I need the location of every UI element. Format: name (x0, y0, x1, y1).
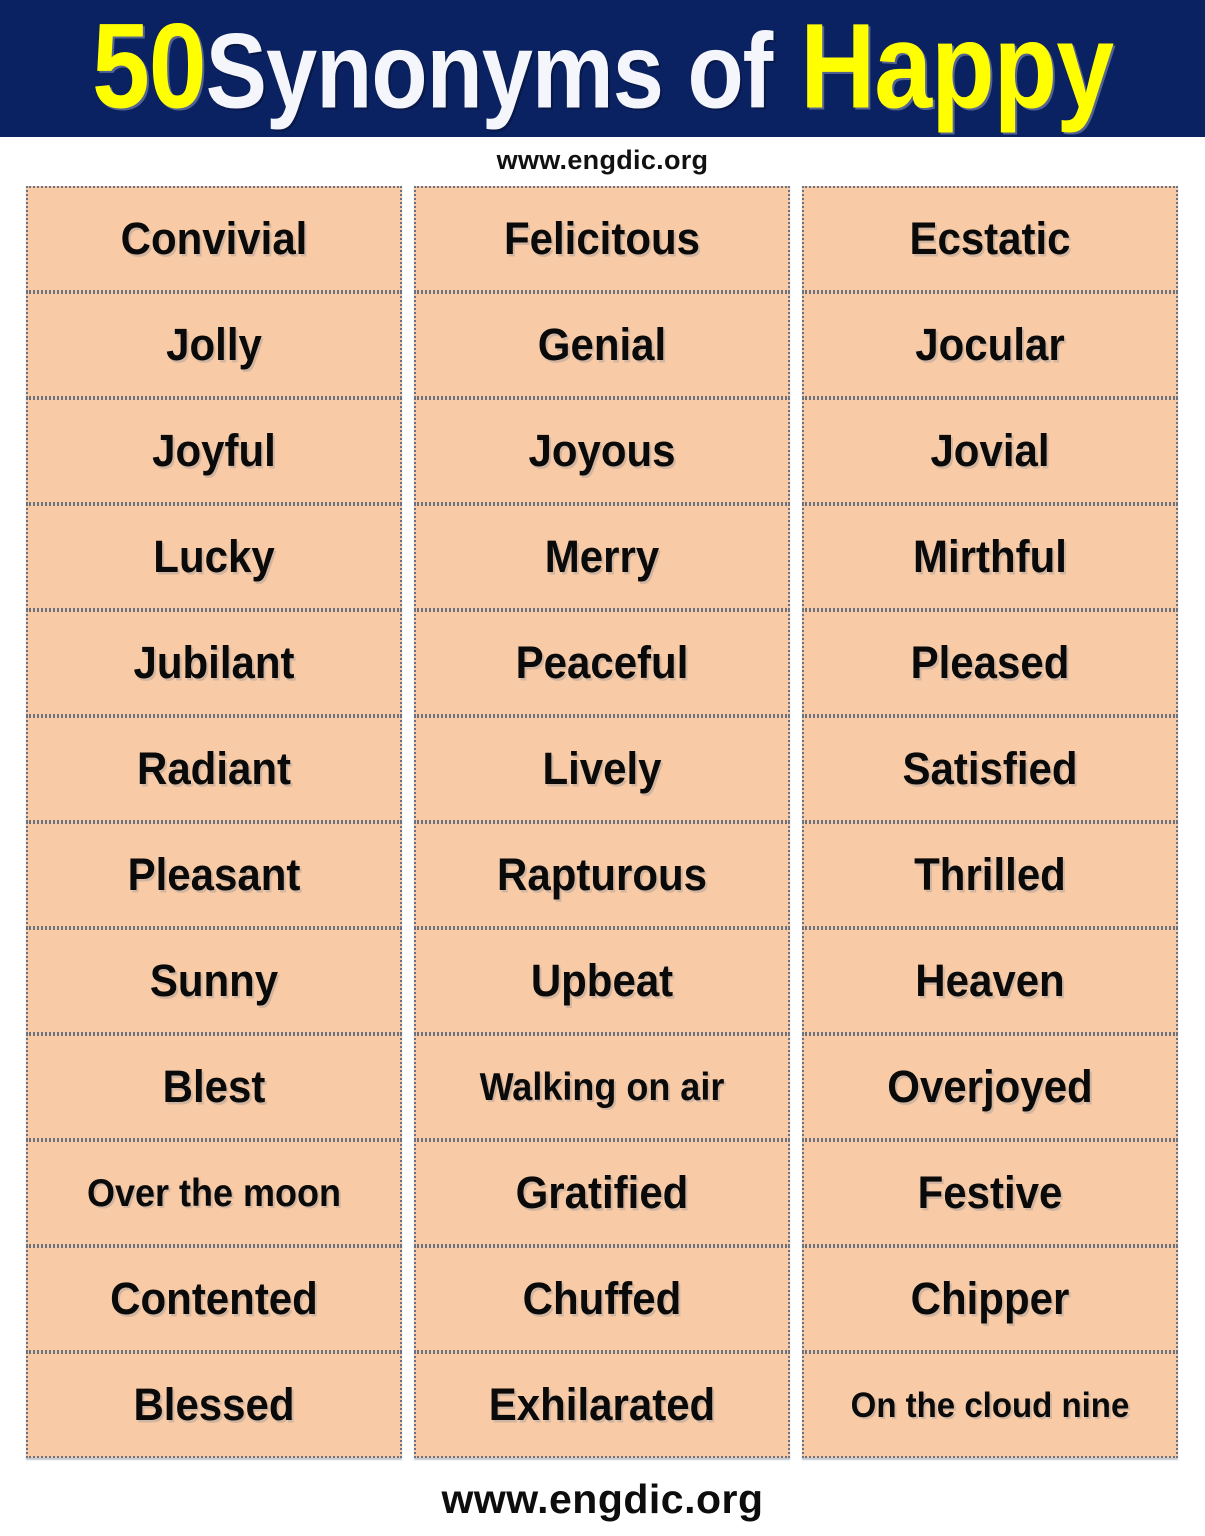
word-cell[interactable]: Ecstatic (802, 186, 1178, 292)
header-banner: 50Synonyms of Happy (0, 0, 1205, 137)
word-label: Blessed (133, 1379, 295, 1430)
word-label: Lucky (153, 531, 275, 582)
word-cell[interactable]: Rapturous (414, 822, 790, 928)
word-label: Sunny (149, 955, 279, 1006)
word-cell[interactable]: Walking on air (414, 1034, 790, 1140)
word-cell[interactable]: Merry (414, 504, 790, 610)
word-cell[interactable]: Lively (414, 716, 790, 822)
word-cell[interactable]: Sunny (26, 928, 402, 1034)
word-label: Rapturous (497, 849, 707, 900)
word-label: Ecstatic (909, 213, 1071, 264)
word-label: Overjoyed (887, 1061, 1093, 1112)
word-cell[interactable]: Upbeat (414, 928, 790, 1034)
word-label: Jovial (930, 425, 1050, 476)
word-label: Merry (544, 531, 660, 582)
title-word: Happy (800, 0, 1114, 134)
word-cell[interactable]: Blest (26, 1034, 402, 1140)
word-cell[interactable]: Blessed (26, 1352, 402, 1458)
word-cell[interactable]: Mirthful (802, 504, 1178, 610)
word-cell[interactable]: Joyous (414, 398, 790, 504)
word-label: Exhilarated (488, 1379, 716, 1430)
word-cell[interactable]: Pleased (802, 610, 1178, 716)
word-label: Mirthful (913, 531, 1067, 582)
word-cell[interactable]: Jovial (802, 398, 1178, 504)
word-label: Jolly (166, 319, 262, 370)
word-label: Joyous (528, 425, 676, 476)
word-label: Felicitous (503, 213, 701, 264)
word-cell[interactable]: Convivial (26, 186, 402, 292)
word-label: Chipper (910, 1273, 1070, 1324)
word-cell[interactable]: Radiant (26, 716, 402, 822)
site-url-bottom[interactable]: www.engdic.org (0, 1476, 1205, 1523)
word-cell[interactable]: Heaven (802, 928, 1178, 1034)
page-title: 50Synonyms of Happy (91, 0, 1114, 134)
word-label: Over the moon (86, 1170, 342, 1215)
word-label: Jocular (915, 319, 1065, 370)
word-cell[interactable]: Joyful (26, 398, 402, 504)
word-cell[interactable]: Contented (26, 1246, 402, 1352)
word-cell[interactable]: Satisfied (802, 716, 1178, 822)
title-middle: Synonyms of (205, 11, 774, 130)
site-url-top[interactable]: www.engdic.org (0, 145, 1205, 176)
word-cell[interactable]: Pleasant (26, 822, 402, 928)
word-cell[interactable]: Festive (802, 1140, 1178, 1246)
word-cell[interactable]: Genial (414, 292, 790, 398)
word-label: Blest (162, 1061, 266, 1112)
word-label: Peaceful (515, 637, 689, 688)
word-label: Satisfied (902, 743, 1078, 794)
word-label: Genial (537, 319, 667, 370)
word-cell[interactable]: Lucky (26, 504, 402, 610)
word-grid: Convivial Felicitous Ecstatic Jolly Genial Jo… (26, 186, 1178, 1458)
word-label: Contented (110, 1273, 318, 1324)
word-cell[interactable]: Thrilled (802, 822, 1178, 928)
word-label: Pleasant (127, 849, 301, 900)
word-cell[interactable]: Jubilant (26, 610, 402, 716)
word-label: Radiant (136, 743, 291, 794)
word-label: Lively (542, 743, 662, 794)
word-label: Festive (917, 1167, 1063, 1218)
word-label: Upbeat (530, 955, 674, 1006)
word-cell[interactable]: Over the moon (26, 1140, 402, 1246)
word-cell[interactable]: Felicitous (414, 186, 790, 292)
word-label: Gratified (515, 1167, 689, 1218)
title-count: 50 (91, 0, 207, 134)
word-cell[interactable]: Overjoyed (802, 1034, 1178, 1140)
infographic-page: 50Synonyms of Happy www.engdic.org Convi… (0, 0, 1205, 1536)
word-label: Jubilant (133, 637, 295, 688)
word-label: Thrilled (914, 849, 1066, 900)
word-cell[interactable]: Chipper (802, 1246, 1178, 1352)
word-label: Convivial (120, 213, 308, 264)
word-label: Heaven (915, 955, 1065, 1006)
word-cell[interactable]: Peaceful (414, 610, 790, 716)
word-cell[interactable]: Exhilarated (414, 1352, 790, 1458)
word-label: Joyful (152, 425, 276, 476)
word-cell[interactable]: On the cloud nine (802, 1352, 1178, 1458)
word-cell[interactable]: Gratified (414, 1140, 790, 1246)
word-cell[interactable]: Chuffed (414, 1246, 790, 1352)
word-label: Walking on air (479, 1064, 725, 1109)
word-label: On the cloud nine (850, 1384, 1130, 1425)
word-cell[interactable]: Jocular (802, 292, 1178, 398)
word-label: Chuffed (522, 1273, 682, 1324)
word-cell[interactable]: Jolly (26, 292, 402, 398)
word-label: Pleased (910, 637, 1070, 688)
